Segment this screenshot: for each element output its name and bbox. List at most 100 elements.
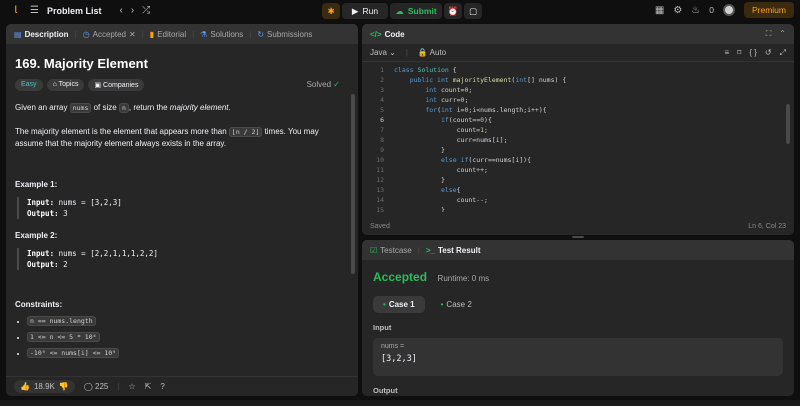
tab-editorial[interactable]: ▮ Editorial xyxy=(150,30,186,39)
case-tabs: • Case 1 • Case 2 xyxy=(373,296,783,313)
run-button[interactable]: ▶ Run xyxy=(342,3,388,19)
lock-icon: ▣ xyxy=(94,82,102,89)
streak-fire-icon[interactable]: ♨ xyxy=(691,5,700,16)
line-number: 1 xyxy=(380,66,384,74)
description-scrollbar[interactable] xyxy=(351,94,355,274)
note-icon: ▢ xyxy=(468,5,478,16)
timer-button[interactable]: ⏰ xyxy=(444,3,462,19)
submit-button[interactable]: ☁ Submit xyxy=(390,3,442,19)
collapse-icon[interactable]: ⌃ xyxy=(779,29,786,39)
tab-description[interactable]: ▤ Description xyxy=(14,30,69,39)
next-problem-icon[interactable]: › xyxy=(131,5,134,17)
run-controls: ✱ ▶ Run ☁ Submit ⏰ ▢ xyxy=(322,3,482,19)
case-tab-2[interactable]: • Case 2 xyxy=(431,296,482,313)
problem-list-link[interactable]: Problem List xyxy=(47,6,102,16)
input-value: [3,2,3] xyxy=(381,354,417,364)
example-1-block: Input: nums = [3,2,3] Output: 3 xyxy=(17,197,349,219)
problem-list-icon[interactable]: ☰ xyxy=(30,5,39,17)
tab-accepted[interactable]: ◷ Accepted ✕ xyxy=(83,30,136,39)
code-line: } xyxy=(394,146,445,154)
debug-button[interactable]: ✱ xyxy=(322,3,340,19)
settings-gear-icon[interactable]: ⚙ xyxy=(673,5,682,16)
case-tab-1[interactable]: • Case 1 xyxy=(373,296,425,313)
thumbs-down-icon[interactable]: 👎 xyxy=(59,382,69,391)
output-label: Output xyxy=(373,386,398,395)
cloud-upload-icon: ☁ xyxy=(395,5,404,16)
line-number: 6 xyxy=(380,116,384,124)
list-item: -10⁹ <= nums[i] <= 10⁹ xyxy=(27,348,349,358)
braces-icon[interactable]: { } xyxy=(749,48,757,58)
example-1-heading: Example 1: xyxy=(15,180,58,189)
code-status-bar: Saved Ln 6, Col 23 xyxy=(362,217,794,235)
auto-mode[interactable]: 🔒 Auto xyxy=(418,48,446,57)
code-panel: </> Code ⛶ ⌃ Java ⌄ | 🔒 Auto ≡ ⌑ { } ↺ ⤢ … xyxy=(362,24,794,235)
description-tabs: ▤ Description | ◷ Accepted ✕ | ▮ Editorial |… xyxy=(6,24,358,44)
run-label: Run xyxy=(362,6,379,16)
list-item: 1 <= n <= 5 * 10⁴ xyxy=(27,332,349,342)
help-icon[interactable]: ? xyxy=(160,382,164,391)
editor-scrollbar[interactable] xyxy=(786,104,790,144)
code-line: } xyxy=(394,206,445,212)
companies-tag[interactable]: ▣ Companies xyxy=(88,79,145,91)
streak-count: 0 xyxy=(709,5,714,15)
bottom-strip xyxy=(0,400,800,406)
solved-status: Solved ✓ xyxy=(306,80,340,89)
code-editor[interactable]: 1 2 3 4 5 6 7 8 9 10 11 12 13 14 15 clas… xyxy=(362,62,794,212)
share-icon[interactable]: ⇱ xyxy=(145,382,152,391)
input-label: Input xyxy=(373,323,392,332)
premium-button[interactable]: Premium xyxy=(743,2,794,18)
tab-separator: | xyxy=(141,29,144,39)
star-icon[interactable]: ☆ xyxy=(128,382,135,391)
problem-description: 169. Majority Element Solved ✓ Easy ⌂ To… xyxy=(6,44,358,374)
code-line: int count=0; xyxy=(425,86,473,94)
line-number: 15 xyxy=(376,206,384,212)
code-line: public int majorityElement(int[] nums) { xyxy=(409,76,567,84)
flask-icon: ⚗ xyxy=(200,29,208,39)
submit-label: Submit xyxy=(407,6,437,16)
inline-code: nums xyxy=(69,103,92,113)
tab-test-result[interactable]: >_ Test Result xyxy=(426,246,481,255)
terminal-icon: >_ xyxy=(425,245,435,255)
maximize-icon[interactable]: ⛶ xyxy=(766,29,772,39)
like-button[interactable]: 👍 18.9K 👎 xyxy=(14,380,75,393)
code-brackets-icon: </> xyxy=(370,29,382,39)
language-select[interactable]: Java ⌄ xyxy=(370,48,396,57)
description-panel: ▤ Description | ◷ Accepted ✕ | ▮ Editorial |… xyxy=(6,24,358,396)
format-icon[interactable]: ≡ xyxy=(725,48,730,58)
comments-button[interactable]: ◯ 225 xyxy=(84,382,109,391)
tab-submissions[interactable]: ↻ Submissions xyxy=(257,30,312,39)
example-2-block: Input: nums = [2,2,1,1,1,2,2] Output: 2 xyxy=(17,248,349,270)
comment-icon: ◯ xyxy=(83,382,93,391)
bookmark-icon[interactable]: ⌑ xyxy=(737,48,741,58)
notes-button[interactable]: ▢ xyxy=(464,3,482,19)
chevron-down-icon: ⌄ xyxy=(389,48,396,57)
fullscreen-icon[interactable]: ⤢ xyxy=(780,48,786,58)
avatar[interactable] xyxy=(722,4,735,16)
description-footer: 👍 18.9K 👎 ◯ 225 | ☆ ⇱ ? xyxy=(6,376,358,396)
prev-problem-icon[interactable]: ‹ xyxy=(119,5,122,17)
reset-icon[interactable]: ↺ xyxy=(765,48,772,58)
layout-grid-icon[interactable]: ▦ xyxy=(655,5,664,16)
save-status: Saved xyxy=(370,222,390,230)
panel-resize-handle[interactable] xyxy=(572,236,584,238)
tab-testcase[interactable]: ☑ Testcase xyxy=(370,246,412,255)
test-result-panel: ☑ Testcase | >_ Test Result Accepted Runti… xyxy=(362,240,794,396)
check-circle-icon: ✓ xyxy=(333,80,340,89)
pass-dot-icon: • xyxy=(383,300,386,309)
play-icon: ▶ xyxy=(351,5,359,16)
line-number: 11 xyxy=(376,166,384,174)
tab-solutions[interactable]: ⚗ Solutions xyxy=(200,30,243,39)
shuffle-icon[interactable]: ⤮ xyxy=(142,5,150,17)
book-icon: ▮ xyxy=(149,29,155,39)
input-box: nums = [3,2,3] xyxy=(373,338,783,376)
code-line: curr=nums[i]; xyxy=(394,136,508,144)
code-tab[interactable]: </> Code xyxy=(370,30,405,39)
topics-tag[interactable]: ⌂ Topics xyxy=(46,79,85,91)
toolbar-actions: ≡ ⌑ { } ↺ ⤢ xyxy=(725,48,786,58)
inline-code: n xyxy=(118,103,129,113)
line-number: 9 xyxy=(380,146,384,154)
tab-separator: | xyxy=(74,29,77,39)
pass-dot-icon: • xyxy=(440,300,444,309)
close-tab-icon[interactable]: ✕ xyxy=(129,30,136,39)
leetcode-logo-icon[interactable]: ᶩ xyxy=(10,5,22,17)
